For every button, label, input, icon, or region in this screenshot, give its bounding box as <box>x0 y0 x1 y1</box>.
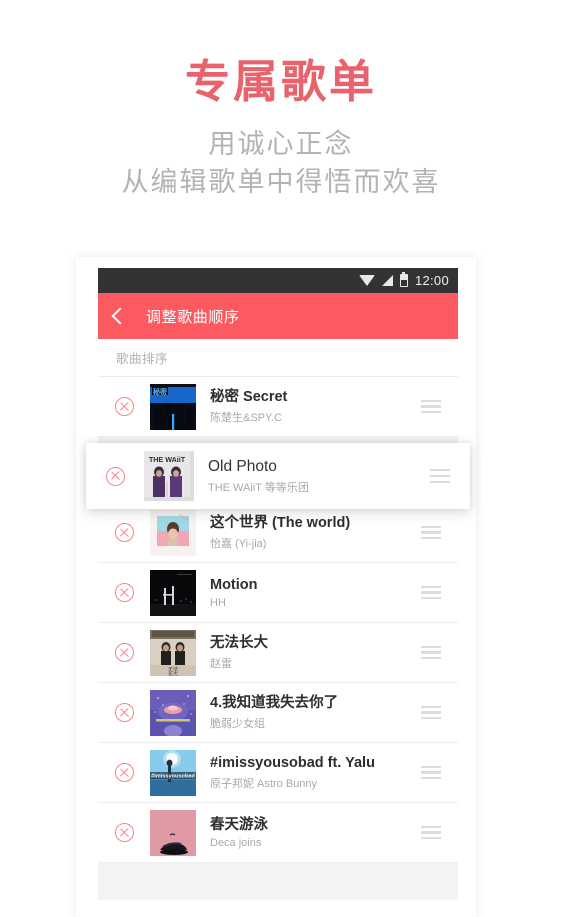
song-title: 春天游泳 <box>210 816 268 833</box>
promo-subtitle-line-1: 用诚心正念 <box>208 128 354 160</box>
promo-subtitle-line-2: 从编辑歌单中得悟而欢喜 <box>121 167 441 199</box>
drag-handle-icon[interactable] <box>404 645 458 660</box>
song-meta: Old Photo THE WAiiT 等等乐团 <box>194 457 410 496</box>
remove-circle-icon <box>114 583 134 602</box>
song-title: Old Photo <box>208 457 277 475</box>
album-art-wozhidao <box>150 689 196 736</box>
song-meta: 4.我知道我失去你了脆弱少女组 <box>196 694 404 732</box>
song-meta: Motion HH <box>196 576 404 610</box>
song-artist: 陈楚生&SPY.C <box>210 412 282 425</box>
song-list-item[interactable]: Motion HH <box>98 563 458 623</box>
song-title: 秘密 Secret <box>210 388 288 405</box>
drag-handle-icon[interactable] <box>404 825 458 840</box>
remove-circle-icon <box>114 397 134 416</box>
phone-screen: 12:00 调整歌曲顺序 歌曲排序 秘密 秘密 Secret 陈楚生&SPY.C … <box>98 268 458 900</box>
status-bar-time: 12:00 <box>414 273 449 288</box>
battery-icon <box>399 272 408 287</box>
album-art-imissyousobad: #imissyousobad <box>150 749 196 796</box>
remove-circle-icon <box>114 523 134 542</box>
svg-text:长大: 长大 <box>168 670 178 676</box>
song-title: 这个世界 (The world) <box>210 514 351 531</box>
remove-song-button[interactable] <box>98 583 150 602</box>
remove-circle-icon <box>114 703 134 722</box>
song-list-item[interactable]: #imissyousobad #imissyousobad ft. Yalu 原子… <box>98 743 458 803</box>
remove-song-button[interactable] <box>98 523 150 542</box>
remove-circle-icon <box>105 466 125 486</box>
song-list-item[interactable]: 无法 长大 无法长大赵雷 <box>98 623 458 683</box>
song-meta: 春天游泳 Deca joins <box>196 816 404 850</box>
promo-header: 专属歌单 用诚心正念 从编辑歌单中得悟而欢喜 <box>0 0 562 255</box>
album-art-secret: 秘密 <box>150 383 196 430</box>
album-art-motion <box>150 569 196 616</box>
remove-song-button[interactable] <box>98 643 150 662</box>
song-artist: 原子邦妮 Astro Bunny <box>210 778 317 791</box>
wifi-icon <box>358 275 375 286</box>
song-artist: Deca joins <box>210 837 262 850</box>
promo-title: 专属歌单 <box>184 55 377 108</box>
section-label: 歌曲排序 <box>98 339 458 377</box>
song-title: 无法长大 <box>210 634 268 651</box>
drag-handle-icon[interactable] <box>404 399 458 414</box>
song-title: #imissyousobad ft. Yalu <box>210 754 375 771</box>
song-list-item[interactable]: 秘密 秘密 Secret 陈楚生&SPY.C <box>98 377 458 437</box>
app-bar: 调整歌曲顺序 <box>98 293 458 339</box>
drag-handle-icon[interactable] <box>404 765 458 780</box>
song-meta: 秘密 Secret 陈楚生&SPY.C <box>196 388 404 426</box>
drag-handle-icon[interactable] <box>404 705 458 720</box>
back-chevron-icon[interactable] <box>111 307 129 325</box>
status-bar: 12:00 <box>98 268 458 293</box>
song-list-item[interactable]: 4.我知道我失去你了脆弱少女组 <box>98 683 458 743</box>
album-art-the-world <box>150 509 196 556</box>
signal-icon <box>381 275 393 286</box>
remove-circle-icon <box>114 823 134 842</box>
drag-handle-icon[interactable] <box>410 469 470 483</box>
remove-circle-icon <box>114 643 134 662</box>
song-list-item[interactable]: 春天游泳 Deca joins <box>98 803 458 863</box>
song-artist: 赵雷 <box>210 658 232 671</box>
promo-subtitle: 用诚心正念 从编辑歌单中得悟而欢喜 <box>0 126 562 203</box>
drag-handle-icon[interactable] <box>404 585 458 600</box>
album-art-old-photo: THE WAiiT <box>144 451 194 501</box>
remove-circle-icon <box>114 763 134 782</box>
song-list-item[interactable]: 这个世界 (The world) 怡嘉 (Yi-jia) <box>98 503 458 563</box>
song-artist: 脆弱少女组 <box>210 718 265 731</box>
drag-handle-icon[interactable] <box>404 525 458 540</box>
dragging-list-item[interactable]: THE WAiiT Old Photo THE WAiiT 等等乐团 <box>86 443 470 509</box>
album-art-chuntianyouyong <box>150 809 196 856</box>
song-meta: 这个世界 (The world) 怡嘉 (Yi-jia) <box>196 514 404 552</box>
song-title: 4.我知道我失去你了 <box>210 694 339 711</box>
remove-song-button[interactable] <box>98 703 150 722</box>
remove-song-button[interactable] <box>98 397 150 416</box>
song-artist: THE WAiiT 等等乐团 <box>208 482 309 495</box>
song-artist: 怡嘉 (Yi-jia) <box>210 538 267 551</box>
song-title: Motion <box>210 576 258 593</box>
app-bar-title: 调整歌曲顺序 <box>146 308 240 326</box>
svg-text:THE WAiiT: THE WAiiT <box>149 455 186 464</box>
song-meta: #imissyousobad ft. Yalu 原子邦妮 Astro Bunny <box>196 754 404 792</box>
song-meta: 无法长大 赵雷 <box>196 634 404 672</box>
song-artist: HH <box>210 597 226 610</box>
svg-text:秘密: 秘密 <box>153 387 167 396</box>
album-art-wufazhangda: 无法 长大 <box>150 629 196 676</box>
svg-text:#imissyousobad: #imissyousobad <box>151 773 195 779</box>
remove-song-button[interactable] <box>98 823 150 842</box>
remove-song-button[interactable] <box>98 763 150 782</box>
remove-song-button[interactable] <box>86 466 144 486</box>
